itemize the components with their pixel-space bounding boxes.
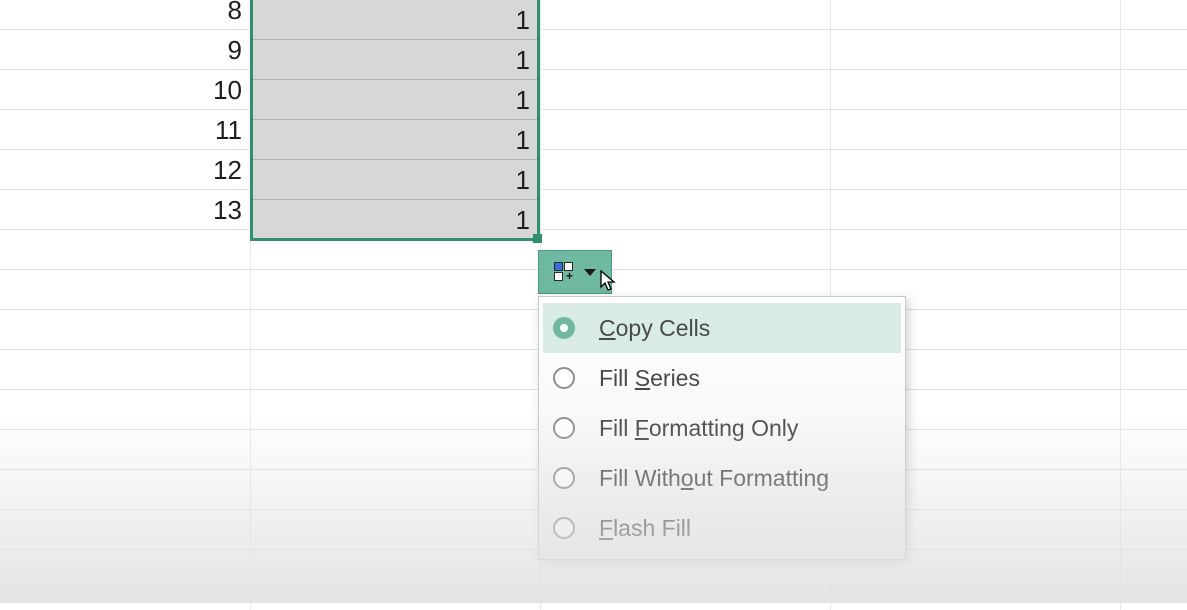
row-number: 9	[0, 30, 248, 70]
autofill-options-button[interactable]: +	[538, 250, 612, 294]
radio-icon	[553, 517, 575, 539]
radio-icon	[553, 417, 575, 439]
menu-item-flash-fill[interactable]: Flash Fill	[543, 503, 901, 553]
menu-item-label: Fill Series	[599, 365, 700, 392]
radio-selected-icon	[553, 317, 575, 339]
row-number: 13	[0, 190, 248, 230]
menu-item-label: Copy Cells	[599, 315, 710, 342]
row-number: 10	[0, 70, 248, 110]
radio-icon	[553, 467, 575, 489]
row-number: 8	[0, 0, 248, 30]
row-number: 12	[0, 150, 248, 190]
chevron-down-icon	[584, 269, 596, 276]
menu-item-fill-formatting-only[interactable]: Fill Formatting Only	[543, 403, 901, 453]
autofill-options-icon: +	[554, 262, 576, 282]
cell[interactable]: 1	[250, 40, 540, 80]
row-number: 11	[0, 110, 248, 150]
cell[interactable]: 1	[250, 160, 540, 200]
cell[interactable]: 1	[250, 200, 540, 240]
menu-item-label: Fill Without Formatting	[599, 465, 829, 492]
menu-item-label: Flash Fill	[599, 515, 691, 542]
gridline	[1120, 0, 1121, 610]
menu-item-fill-without-formatting[interactable]: Fill Without Formatting	[543, 453, 901, 503]
selected-range[interactable]: 1 1 1 1 1 1	[250, 0, 540, 240]
radio-icon	[553, 367, 575, 389]
menu-item-copy-cells[interactable]: Copy Cells	[543, 303, 901, 353]
menu-item-label: Fill Formatting Only	[599, 415, 798, 442]
autofill-options-menu: Copy Cells Fill Series Fill Formatting O…	[538, 296, 906, 560]
cell[interactable]: 1	[250, 0, 540, 40]
cell[interactable]: 1	[250, 80, 540, 120]
menu-item-fill-series[interactable]: Fill Series	[543, 353, 901, 403]
cell[interactable]: 1	[250, 120, 540, 160]
